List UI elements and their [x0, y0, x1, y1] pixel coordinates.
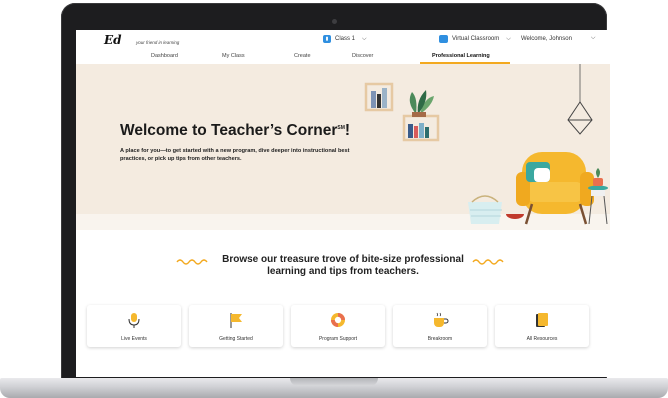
virtual-classroom-label: Virtual Classroom [452, 36, 500, 42]
flag-icon [230, 313, 242, 328]
card-live-events[interactable]: Live Events [87, 305, 181, 347]
video-icon [439, 35, 448, 43]
card-program-support[interactable]: Program Support [291, 305, 385, 347]
chevron-down-icon: ⌵ [362, 35, 367, 42]
card-breakroom[interactable]: Breakroom [393, 305, 487, 347]
laptop-notch [290, 378, 378, 386]
chevron-down-icon: ⌵ [506, 35, 511, 42]
logo-text: Ed [104, 33, 122, 47]
screen: Ed your friend in learning ▮ Class 1 ⌵ V… [76, 30, 610, 377]
nav-create[interactable]: Create [294, 53, 311, 59]
laptop-base [0, 378, 668, 398]
card-label: All Resources [526, 336, 558, 342]
coffee-cup-icon [434, 312, 449, 327]
class-icon: ▮ [323, 35, 331, 43]
teacher-lounge-illustration [364, 64, 608, 225]
main-nav: Dashboard My Class Create Discover Profe… [76, 50, 610, 64]
hero-title-text: Welcome to Teacher’s Corner [120, 122, 338, 139]
class-label: Class 1 [335, 36, 356, 42]
books-icon [536, 313, 548, 327]
hero-banner: Welcome to Teacher’s CornerSM! A place f… [76, 64, 610, 230]
user-menu[interactable]: Welcome, Johnson ⌵ [521, 35, 595, 42]
welcome-label: Welcome, Johnson [521, 35, 572, 42]
webcam [332, 19, 337, 24]
card-label: Breakroom [427, 336, 453, 342]
hero-subtitle: A place for you—to get started with a ne… [120, 148, 350, 162]
top-bar: Ed your friend in learning ▮ Class 1 ⌵ V… [76, 30, 610, 50]
card-label: Live Events [121, 336, 147, 342]
hero-title: Welcome to Teacher’s CornerSM! [120, 122, 350, 140]
browse-heading: Browse our treasure trove of bite-size p… [222, 254, 464, 277]
chevron-down-icon: ⌵ [590, 35, 596, 41]
nav-discover[interactable]: Discover [352, 53, 373, 59]
card-label: Program Support [318, 336, 358, 342]
card-all-resources[interactable]: All Resources [495, 305, 589, 347]
nav-my-class[interactable]: My Class [222, 53, 245, 59]
squiggle-left-decoration [176, 259, 208, 265]
class-switcher[interactable]: ▮ Class 1 ⌵ [323, 35, 367, 43]
nav-professional-learning[interactable]: Professional Learning [432, 53, 490, 59]
lifebuoy-icon [331, 313, 345, 327]
card-getting-started[interactable]: Getting Started [189, 305, 283, 347]
virtual-classroom-switcher[interactable]: Virtual Classroom ⌵ [439, 35, 511, 43]
nav-dashboard[interactable]: Dashboard [151, 53, 178, 59]
logo-tagline: your friend in learning [136, 40, 180, 45]
microphone-icon [128, 313, 140, 328]
card-label: Getting Started [219, 336, 253, 342]
squiggle-right-decoration [472, 259, 504, 265]
logo[interactable]: Ed [104, 33, 122, 47]
